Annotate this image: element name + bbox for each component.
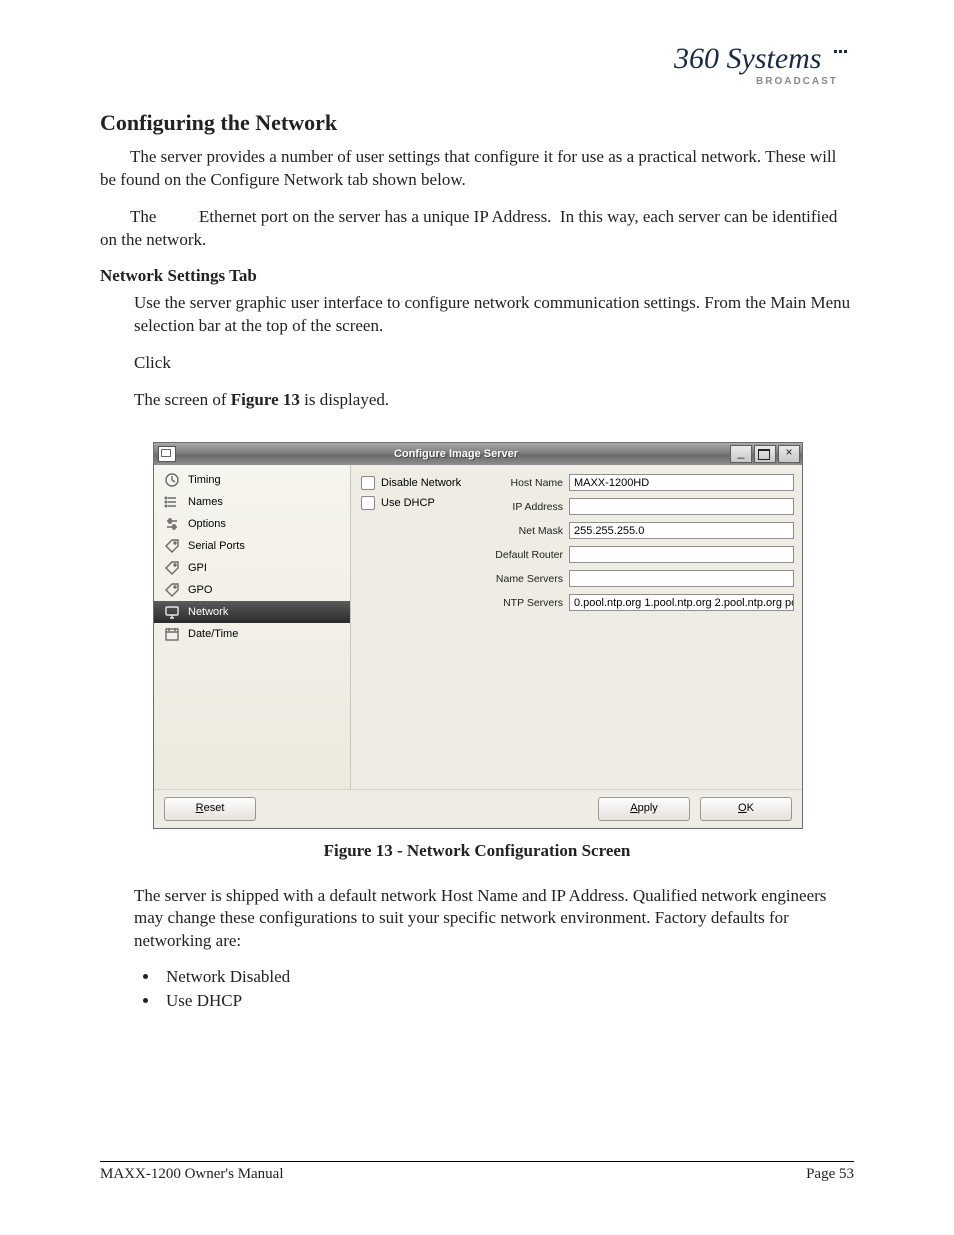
- field-label: Net Mask: [481, 525, 569, 537]
- svg-text:BROADCAST: BROADCAST: [756, 76, 838, 87]
- list-item: Network Disabled: [160, 967, 854, 987]
- footer-left: MAXX-1200 Owner's Manual: [100, 1166, 284, 1183]
- sidebar-item-gpo[interactable]: GPO: [154, 579, 350, 601]
- window-minimize-button[interactable]: _: [730, 445, 752, 463]
- paragraph: The Ethernet port on the server has a un…: [100, 206, 854, 252]
- checkbox-icon: [361, 496, 375, 510]
- sidebar-item-network[interactable]: Network: [154, 601, 350, 623]
- tag-icon: [164, 538, 180, 554]
- sidebar-item-options[interactable]: Options: [154, 513, 350, 535]
- sidebar-item-label: Timing: [188, 474, 221, 486]
- tag-icon: [164, 582, 180, 598]
- paragraph: The server is shipped with a default net…: [134, 885, 854, 954]
- window-maximize-button[interactable]: [754, 445, 776, 463]
- sidebar-item-label: Options: [188, 518, 226, 530]
- default-router-input[interactable]: [569, 546, 794, 563]
- sidebar-item-label: Names: [188, 496, 223, 508]
- sidebar-item-label: Serial Ports: [188, 540, 245, 552]
- dialog-titlebar[interactable]: Configure Image Server _ ×: [154, 443, 802, 465]
- svg-text:360 Systems: 360 Systems: [674, 42, 821, 75]
- reset-button[interactable]: Reset: [164, 797, 256, 821]
- clock-icon: [164, 472, 180, 488]
- ok-button[interactable]: OK: [700, 797, 792, 821]
- sliders-icon: [164, 516, 180, 532]
- ntp-servers-input[interactable]: 0.pool.ntp.org 1.pool.ntp.org 2.pool.ntp…: [569, 594, 794, 611]
- field-label: IP Address: [481, 501, 569, 513]
- paragraph: Click: [134, 352, 854, 375]
- field-label: NTP Servers: [481, 597, 569, 609]
- sidebar-item-timing[interactable]: Timing: [154, 469, 350, 491]
- sidebar-item-label: Network: [188, 606, 228, 618]
- window-close-button[interactable]: ×: [778, 445, 800, 463]
- apply-button[interactable]: Apply: [598, 797, 690, 821]
- window-app-icon: [158, 446, 176, 462]
- bullet-list: Network Disabled Use DHCP: [160, 967, 854, 1011]
- host-name-input[interactable]: MAXX-1200HD: [569, 474, 794, 491]
- subheading: Network Settings Tab: [100, 266, 854, 286]
- checkbox-label: Disable Network: [381, 477, 461, 489]
- paragraph: The server provides a number of user set…: [100, 146, 854, 192]
- dialog-title: Configure Image Server: [182, 448, 730, 460]
- name-servers-input[interactable]: [569, 570, 794, 587]
- dialog-content: Disable Network Use DHCP Host Name MAXX-…: [351, 465, 802, 789]
- sidebar-item-serial-ports[interactable]: Serial Ports: [154, 535, 350, 557]
- sidebar-item-date-time[interactable]: Date/Time: [154, 623, 350, 645]
- field-label: Name Servers: [481, 573, 569, 585]
- checkbox-label: Use DHCP: [381, 497, 435, 509]
- tag-icon: [164, 560, 180, 576]
- checkbox-icon: [361, 476, 375, 490]
- sidebar-item-label: Date/Time: [188, 628, 238, 640]
- page-footer: MAXX-1200 Owner's Manual Page 53: [100, 1161, 854, 1183]
- paragraph: Use the server graphic user interface to…: [134, 292, 854, 338]
- paragraph: The screen of Figure 13 is displayed.: [134, 389, 854, 412]
- footer-page-number: Page 53: [806, 1166, 854, 1183]
- figure-dialog: Configure Image Server _ × Timing Names Op…: [153, 442, 801, 829]
- sidebar-item-label: GPO: [188, 584, 212, 596]
- sidebar-item-gpi[interactable]: GPI: [154, 557, 350, 579]
- brand-logo: 360 Systems BROADCAST: [100, 40, 854, 100]
- ip-address-input[interactable]: [569, 498, 794, 515]
- calendar-icon: [164, 626, 180, 642]
- dialog-sidebar: Timing Names Options Serial Ports GPI GPO Netw…: [154, 465, 351, 789]
- monitor-icon: [164, 604, 180, 620]
- field-label: Default Router: [481, 549, 569, 561]
- sidebar-item-names[interactable]: Names: [154, 491, 350, 513]
- list-icon: [164, 494, 180, 510]
- section-title: Configuring the Network: [100, 110, 854, 136]
- list-item: Use DHCP: [160, 991, 854, 1011]
- figure-caption: Figure 13 - Network Configuration Screen: [100, 841, 854, 861]
- field-label: Host Name: [481, 477, 569, 489]
- sidebar-item-label: GPI: [188, 562, 207, 574]
- net-mask-input[interactable]: 255.255.255.0: [569, 522, 794, 539]
